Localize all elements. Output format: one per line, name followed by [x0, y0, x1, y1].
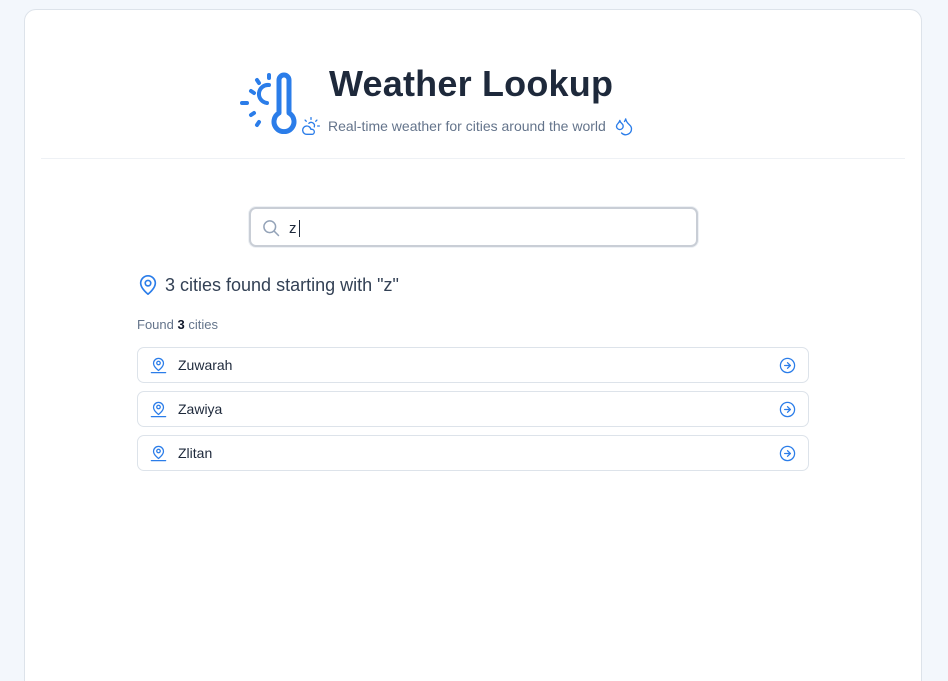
search-box[interactable] [249, 207, 698, 247]
main-card: Weather Lookup Real-time weather for cit… [24, 9, 922, 681]
subtitle: Real-time weather for cities around the … [328, 118, 606, 134]
search-icon [263, 220, 280, 237]
arrow-right-circle-icon[interactable] [779, 445, 796, 462]
city-list: Zuwarah Zawiya Zlitan [137, 347, 809, 479]
arrow-right-circle-icon[interactable] [779, 357, 796, 374]
map-pin-user-icon [150, 357, 167, 374]
search-input[interactable] [289, 215, 689, 241]
city-name: Zlitan [178, 445, 213, 461]
map-pin-icon [139, 275, 157, 295]
city-name: Zawiya [178, 401, 223, 417]
map-pin-user-icon [150, 401, 167, 418]
results-heading-text: 3 cities found starting with "z" [165, 274, 399, 295]
found-number: 3 [177, 317, 185, 332]
text-caret [299, 220, 300, 237]
city-item-zlitan[interactable]: Zlitan [137, 435, 809, 471]
cloud-sun-icon [302, 117, 320, 135]
page-title: Weather Lookup [329, 63, 614, 104]
droplets-icon [615, 118, 632, 136]
found-count: Found 3 cities [137, 317, 218, 332]
map-pin-user-icon [150, 445, 167, 462]
city-item-zuwarah[interactable]: Zuwarah [137, 347, 809, 383]
thermometer-sun-icon [240, 72, 297, 134]
subtitle-row: Real-time weather for cities around the … [301, 114, 634, 138]
header: Weather Lookup Real-time weather for cit… [41, 10, 905, 159]
arrow-right-circle-icon[interactable] [779, 401, 796, 418]
found-prefix: Found [137, 317, 174, 332]
city-name: Zuwarah [178, 357, 233, 373]
city-item-zawiya[interactable]: Zawiya [137, 391, 809, 427]
found-suffix: cities [188, 317, 218, 332]
results-heading: 3 cities found starting with "z" [137, 274, 399, 296]
